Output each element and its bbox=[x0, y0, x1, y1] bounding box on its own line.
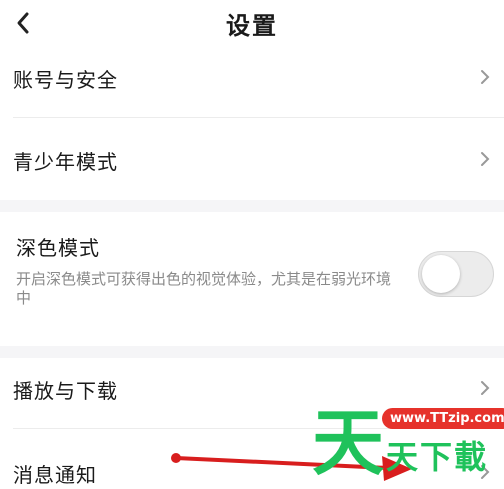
playback-download-label: 播放与下载 bbox=[13, 379, 118, 403]
section-gap bbox=[0, 346, 504, 358]
account-security-row[interactable]: 账号与安全 bbox=[0, 50, 504, 118]
youth-mode-row[interactable]: 青少年模式 bbox=[0, 118, 504, 200]
watermark-big-char: 天 bbox=[312, 401, 385, 485]
chevron-right-icon bbox=[481, 70, 490, 84]
account-security-label: 账号与安全 bbox=[13, 68, 118, 92]
youth-mode-label: 青少年模式 bbox=[13, 150, 118, 174]
dark-mode-label: 深色模式 bbox=[16, 236, 100, 260]
watermark-url: www.TTzip.com bbox=[382, 408, 504, 429]
message-notify-label: 消息通知 bbox=[13, 463, 97, 487]
section-gap bbox=[0, 200, 504, 212]
watermark-text: 天下載 bbox=[386, 438, 489, 476]
toggle-knob bbox=[422, 255, 460, 293]
chevron-right-icon bbox=[481, 381, 490, 395]
page-title: 设置 bbox=[226, 12, 278, 40]
watermark-logo: 天 www.TTzip.com 天下載 bbox=[298, 398, 504, 489]
dark-mode-toggle[interactable] bbox=[418, 251, 494, 297]
chevron-right-icon bbox=[481, 152, 490, 166]
header-bar: 设置 bbox=[0, 0, 504, 50]
dark-mode-description: 开启深色模式可获得出色的视觉体验，尤其是在弱光环境中 bbox=[16, 270, 392, 307]
